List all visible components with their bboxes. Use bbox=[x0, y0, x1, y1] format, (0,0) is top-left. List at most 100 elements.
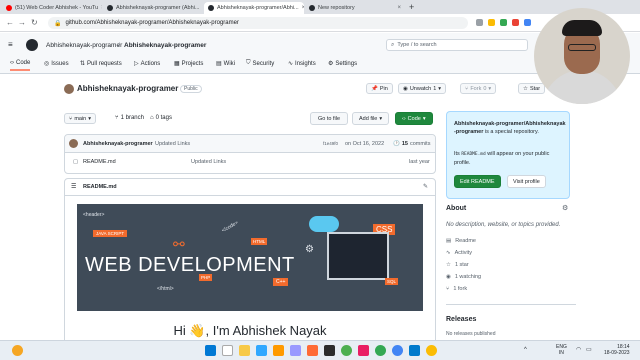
browser-tab-active[interactable]: Abhisheknayak-programer/Abhi... × bbox=[204, 2, 304, 14]
list-icon[interactable]: ☰ bbox=[71, 183, 76, 190]
play-icon: ▷ bbox=[134, 61, 139, 67]
forward-icon[interactable]: → bbox=[18, 18, 26, 28]
pin-button[interactable]: 📌 Pin bbox=[366, 83, 393, 94]
close-icon[interactable]: × bbox=[202, 5, 203, 11]
photoshop-icon[interactable] bbox=[256, 345, 267, 356]
unwatch-button[interactable]: ◉ Unwatch 1 ▾ bbox=[398, 83, 447, 94]
app-icon[interactable] bbox=[324, 345, 335, 356]
wifi-icon[interactable]: ◠ bbox=[576, 346, 581, 353]
edit-icon[interactable]: ✎ bbox=[423, 183, 428, 190]
code-button[interactable]: ‹› Code ▾ bbox=[395, 112, 433, 125]
chevron-up-icon[interactable]: ^ bbox=[524, 347, 527, 353]
illustrator-icon[interactable] bbox=[273, 345, 284, 356]
tab-code[interactable]: ‹› Code bbox=[10, 60, 31, 71]
search-icon: ⌕ bbox=[391, 41, 395, 48]
tab-actions[interactable]: ▷ Actions bbox=[134, 60, 160, 68]
chrome-icon[interactable] bbox=[426, 345, 437, 356]
commit-message[interactable]: Updated Links bbox=[155, 141, 190, 147]
battery-icon[interactable]: ▭ bbox=[586, 346, 592, 353]
tags-link[interactable]: ⌂ 0 tags bbox=[150, 115, 172, 121]
tab-label: Pull requests bbox=[87, 60, 122, 67]
app-icon[interactable] bbox=[341, 345, 352, 356]
search-placeholder: Type / to search bbox=[397, 42, 437, 48]
tab-projects[interactable]: ▦ Projects bbox=[174, 60, 203, 68]
breadcrumb-owner[interactable]: Abhisheknayak-programer bbox=[46, 42, 122, 49]
extension-icon[interactable] bbox=[524, 19, 531, 26]
premiere-icon[interactable] bbox=[290, 345, 301, 356]
readme-title[interactable]: README.md bbox=[83, 184, 117, 190]
sidebar-item-watching[interactable]: ◉ 1 watching bbox=[446, 274, 481, 280]
table-row[interactable]: ▢ README.md Updated Links last year bbox=[65, 154, 435, 174]
share-icon[interactable] bbox=[476, 19, 483, 26]
new-tab-button[interactable]: + bbox=[409, 2, 414, 12]
tab-issues[interactable]: ◎ Issues bbox=[44, 60, 69, 68]
github-logo-icon[interactable] bbox=[26, 39, 38, 51]
gear-icon[interactable]: ⚙ bbox=[562, 204, 568, 212]
sidebar-item-activity[interactable]: ∿ Activity bbox=[446, 250, 472, 256]
avatar[interactable] bbox=[64, 84, 74, 94]
branches-link[interactable]: ⑂ 1 branch bbox=[115, 115, 144, 121]
browser-tab[interactable]: Abhisheknayak-programer (Abhi... × bbox=[103, 2, 203, 14]
commit-author[interactable]: Abhisheknayak-programer bbox=[83, 141, 153, 147]
goto-file-button[interactable]: Go to file bbox=[310, 112, 349, 125]
file-commit-message[interactable]: Updated Links bbox=[191, 159, 226, 165]
banner-tag: C++ bbox=[273, 278, 289, 286]
url-field[interactable]: 🔒 github.com/Abhisheknayak-programer/Abh… bbox=[48, 17, 468, 29]
bookmark-star-icon[interactable] bbox=[488, 19, 495, 26]
back-icon[interactable]: ← bbox=[6, 18, 14, 28]
breadcrumb-repo[interactable]: Abhisheknayak-programer bbox=[124, 42, 206, 49]
code-icon: ‹› bbox=[402, 115, 406, 122]
close-icon[interactable]: × bbox=[101, 5, 102, 11]
sidebar-item-stars[interactable]: ☆ 1 star bbox=[446, 262, 469, 268]
app-icon[interactable] bbox=[307, 345, 318, 356]
tab-security[interactable]: ⛉ Security bbox=[246, 60, 274, 67]
sidebar-item-forks[interactable]: ⑂ 1 fork bbox=[446, 286, 467, 292]
releases-title[interactable]: Releases bbox=[446, 316, 476, 323]
search-icon[interactable] bbox=[222, 345, 233, 356]
tab-label: Issues bbox=[51, 60, 69, 67]
star-button[interactable]: ☆ Star bbox=[518, 83, 546, 94]
shield-icon: ⛉ bbox=[246, 60, 251, 66]
browser-tab[interactable]: New repository × bbox=[305, 2, 405, 14]
visit-profile-button[interactable]: Visit profile bbox=[507, 175, 546, 188]
branch-icon: ⑂ bbox=[69, 115, 73, 122]
reload-icon[interactable]: ↻ bbox=[31, 18, 38, 28]
tab-wiki[interactable]: ▤ Wiki bbox=[216, 60, 235, 68]
page-title[interactable]: Abhisheknayak-programer bbox=[77, 84, 178, 93]
tab-settings[interactable]: ⚙ Settings bbox=[328, 60, 357, 68]
vscode-icon[interactable] bbox=[409, 345, 420, 356]
file-explorer-icon[interactable] bbox=[239, 345, 250, 356]
pulse-icon: ∿ bbox=[446, 250, 451, 256]
menu-icon[interactable]: ≡ bbox=[8, 41, 13, 49]
app-icon[interactable] bbox=[358, 345, 369, 356]
extension-icon[interactable] bbox=[500, 19, 507, 26]
close-icon[interactable]: × bbox=[302, 5, 304, 11]
readme-box: ☰ README.md ✎ <header> JAVA SCRIPT </cod… bbox=[64, 178, 436, 348]
banner-tag: PHP bbox=[199, 274, 213, 281]
weather-icon[interactable] bbox=[12, 345, 23, 356]
app-icon[interactable] bbox=[392, 345, 403, 356]
clock[interactable]: 18:14 18-09-2023 bbox=[604, 344, 630, 356]
file-name[interactable]: README.md bbox=[83, 159, 116, 165]
visibility-badge: Public bbox=[180, 85, 202, 93]
language-indicator[interactable]: ENG IN bbox=[556, 344, 567, 356]
fork-button[interactable]: ⑂ Fork 0 ▾ bbox=[460, 83, 497, 94]
chrome-icon[interactable] bbox=[375, 345, 386, 356]
commits-link[interactable]: 🕑 15 commits bbox=[393, 141, 430, 147]
add-file-button[interactable]: Add file ▾ bbox=[352, 112, 390, 125]
extension-icon[interactable] bbox=[512, 19, 519, 26]
monitor-icon bbox=[327, 232, 389, 280]
tab-pull-requests[interactable]: ⇅ Pull requests bbox=[80, 60, 122, 68]
browser-tab[interactable]: (51) Web Coder Abhishek - YouTu × bbox=[2, 2, 102, 14]
windows-start-icon[interactable] bbox=[205, 345, 216, 356]
tab-insights[interactable]: ∿ Insights bbox=[288, 60, 316, 68]
webcam-shirt bbox=[542, 70, 622, 104]
commit-hash[interactable]: f1e49f0 bbox=[323, 141, 338, 146]
close-icon[interactable]: × bbox=[397, 5, 401, 11]
github-icon bbox=[309, 5, 315, 11]
branch-select[interactable]: ⑂ main ▾ bbox=[64, 113, 96, 124]
search-input[interactable]: ⌕ Type / to search bbox=[386, 39, 528, 51]
sidebar-item-readme[interactable]: ▤ Readme bbox=[446, 238, 476, 244]
tab-label: Insights bbox=[295, 60, 316, 67]
edit-readme-button[interactable]: Edit README bbox=[454, 175, 501, 188]
